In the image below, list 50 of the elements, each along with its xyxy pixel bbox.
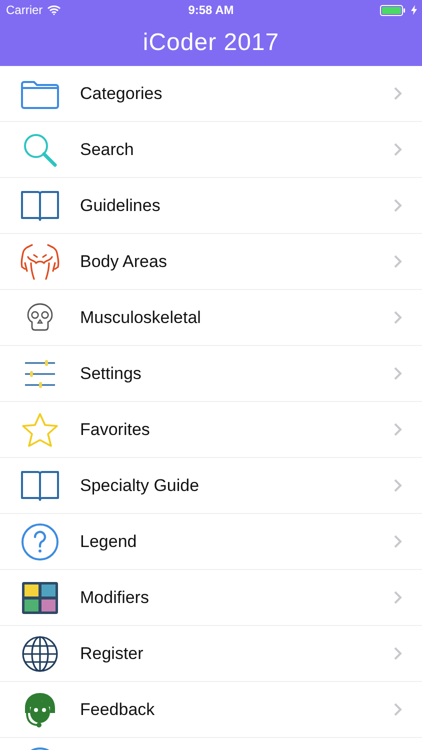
clock-time: 9:58 AM: [188, 3, 234, 17]
menu-label: Favorites: [80, 420, 151, 440]
search-icon: [22, 132, 58, 168]
menu-item[interactable]: Favorites: [0, 402, 422, 458]
menu-label: Legend: [80, 532, 138, 552]
menu-item[interactable]: Guidelines: [0, 178, 422, 234]
wifi-icon: [46, 5, 61, 15]
menu-item[interactable]: Settings: [0, 346, 422, 402]
chevron-icon: [394, 311, 402, 324]
book-icon: [20, 468, 60, 502]
menu-item[interactable]: Search: [0, 122, 422, 178]
menu-item[interactable]: Feedback: [0, 682, 422, 738]
menu-label: Register: [80, 644, 144, 664]
menu-label: Modifiers: [80, 588, 150, 608]
menu-item[interactable]: Modifiers: [0, 570, 422, 626]
chevron-icon: [394, 143, 402, 156]
menu-label: Body Areas: [80, 252, 168, 272]
carrier-label: Carrier: [6, 3, 43, 17]
chevron-icon: [394, 199, 402, 212]
menu-item[interactable]: Specialty Guide: [0, 458, 422, 514]
chevron-icon: [394, 87, 402, 100]
battery-icon: [380, 4, 407, 16]
chevron-icon: [394, 255, 402, 268]
menu-item[interactable]: Categories: [0, 66, 422, 122]
menu-item[interactable]: Body Areas: [0, 234, 422, 290]
sliders-icon: [24, 358, 56, 388]
grid-icon: [21, 580, 59, 614]
menu-label: Musculoskeletal: [80, 308, 202, 328]
chevron-icon: [394, 479, 402, 492]
chevron-icon: [394, 591, 402, 604]
globe-icon: [21, 634, 59, 672]
menu-item[interactable]: Legend: [0, 514, 422, 570]
menu-label: Guidelines: [80, 196, 162, 216]
chevron-icon: [394, 423, 402, 436]
star-icon: [21, 412, 59, 448]
menu-label: Search: [80, 140, 135, 160]
chevron-icon: [394, 367, 402, 380]
menu-label: Categories: [80, 84, 164, 104]
help-icon: [21, 522, 59, 560]
menu-label: Feedback: [80, 700, 156, 720]
book-icon: [20, 188, 60, 222]
menu-item[interactable]: Register: [0, 626, 422, 682]
menu-label: Specialty Guide: [80, 476, 200, 496]
menu-item[interactable]: Musculoskeletal: [0, 290, 422, 346]
app-title: iCoder 2017: [142, 29, 280, 57]
chevron-icon: [394, 647, 402, 660]
chevron-icon: [394, 703, 402, 716]
skull-icon: [26, 302, 54, 332]
chevron-icon: [394, 535, 402, 548]
menu-label: Settings: [80, 364, 142, 384]
